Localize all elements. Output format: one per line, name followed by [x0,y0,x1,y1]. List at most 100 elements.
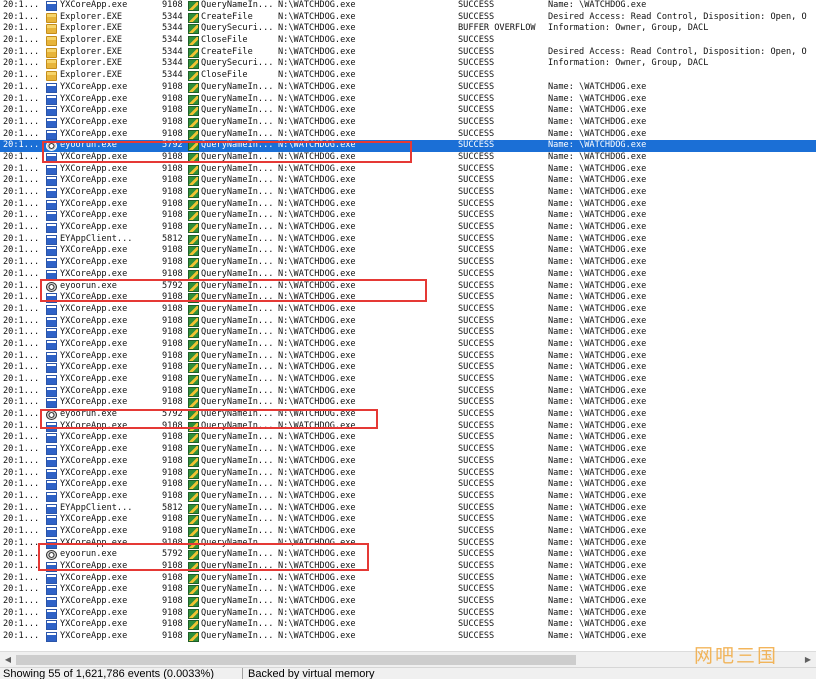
table-row[interactable]: 20:1... YXCoreApp.exe 9108 QueryNameIn... N:… [0,619,816,631]
process-folder-icon [46,59,57,70]
table-row[interactable]: 20:1... YXCoreApp.exe 9108 QueryNameIn... N:… [0,0,816,12]
table-row[interactable]: 20:1... YXCoreApp.exe 9108 QueryNameIn... N:… [0,421,816,433]
table-row[interactable]: 20:1... Explorer.EXE 5344 CloseFile N:\WATCH… [0,35,816,47]
operation-cell: QueryNameIn... [201,385,274,396]
table-row[interactable]: 20:1... YXCoreApp.exe 9108 QueryNameIn... N:… [0,573,816,585]
table-row[interactable]: 20:1... YXCoreApp.exe 9108 QueryNameIn... N:… [0,82,816,94]
table-row[interactable]: 20:1... YXCoreApp.exe 9108 QueryNameIn... N:… [0,397,816,409]
pid-cell: 9108 [162,374,183,384]
table-row[interactable]: 20:1... YXCoreApp.exe 9108 QueryNameIn... N:… [0,432,816,444]
process-app-icon [46,398,57,409]
process-name-cell: Explorer.EXE [60,58,123,69]
table-row[interactable]: 20:1... YXCoreApp.exe 9108 QueryNameIn... N:… [0,596,816,608]
table-row[interactable]: 20:1... Explorer.EXE 5344 CreateFile N:\WATC… [0,12,816,24]
operation-cell: QueryNameIn... [201,420,274,431]
table-row[interactable]: 20:1... eyoorun.exe 5792 QueryNameIn... N:\W… [0,140,816,152]
table-row[interactable]: 20:1... YXCoreApp.exe 9108 QueryNameIn... N:… [0,175,816,187]
pid-cell: 9108 [162,93,183,104]
time-cell: 20:1... [3,81,40,92]
time-cell: 20:1... [3,584,40,595]
scroll-thumb[interactable] [16,655,576,665]
path-cell: N:\WATCHDOG.exe [278,46,356,57]
process-app-icon [46,129,57,140]
operation-cell: QueryNameIn... [201,187,274,197]
table-row[interactable]: 20:1... Explorer.EXE 5344 CreateFile N:\WATC… [0,47,816,59]
table-row[interactable]: 20:1... Explorer.EXE 5344 QuerySecuri... N:\… [0,58,816,70]
table-row[interactable]: 20:1... YXCoreApp.exe 9108 QueryNameIn... N:… [0,316,816,328]
scroll-left-arrow-icon[interactable]: ◀ [1,653,15,666]
table-row[interactable]: 20:1... YXCoreApp.exe 9108 QueryNameIn... N:… [0,584,816,596]
path-cell: N:\WATCHDOG.exe [278,93,356,104]
path-cell: N:\WATCHDOG.exe [278,467,356,478]
operation-cell: QueryNameIn... [201,490,274,501]
process-name-cell: YXCoreApp.exe [60,584,128,595]
table-row[interactable]: 20:1... YXCoreApp.exe 9108 QueryNameIn... N:… [0,374,816,386]
registry-operation-icon [188,515,199,526]
table-row[interactable]: 20:1... YXCoreApp.exe 9108 QueryNameIn... N:… [0,269,816,281]
table-row[interactable]: 20:1... YXCoreApp.exe 9108 QueryNameIn... N:… [0,152,816,164]
table-row[interactable]: 20:1... YXCoreApp.exe 9108 QueryNameIn... N:… [0,222,816,234]
table-row[interactable]: 20:1... YXCoreApp.exe 9108 QueryNameIn... N:… [0,491,816,503]
result-cell: SUCCESS [458,128,495,139]
table-row[interactable]: 20:1... YXCoreApp.exe 9108 QueryNameIn... N:… [0,105,816,117]
registry-operation-icon [188,36,199,47]
path-cell: N:\WATCHDOG.exe [278,140,356,151]
table-row[interactable]: 20:1... YXCoreApp.exe 9108 QueryNameIn... N:… [0,479,816,491]
process-name-cell: YXCoreApp.exe [60,327,128,338]
table-row[interactable]: 20:1... eyoorun.exe 5792 QueryNameIn... N:\W… [0,409,816,421]
table-row[interactable]: 20:1... YXCoreApp.exe 9108 QueryNameIn... N:… [0,526,816,538]
process-name-cell: Explorer.EXE [60,70,123,81]
table-row[interactable]: 20:1... YXCoreApp.exe 9108 QueryNameIn... N:… [0,339,816,351]
process-name-cell: YXCoreApp.exe [60,128,128,139]
table-row[interactable]: 20:1... Explorer.EXE 5344 CloseFile N:\WATCH… [0,70,816,82]
table-row[interactable]: 20:1... YXCoreApp.exe 9108 QueryNameIn... N:… [0,514,816,526]
time-cell: 20:1... [3,257,40,268]
table-row[interactable]: 20:1... YXCoreApp.exe 9108 QueryNameIn... N:… [0,456,816,468]
table-row[interactable]: 20:1... YXCoreApp.exe 9108 QueryNameIn... N:… [0,117,816,129]
table-row[interactable]: 20:1... YXCoreApp.exe 9108 QueryNameIn... N:… [0,210,816,222]
table-row[interactable]: 20:1... YXCoreApp.exe 9108 QueryNameIn... N:… [0,129,816,141]
table-row[interactable]: 20:1... EYAppClient... 5812 QueryNameIn... N… [0,234,816,246]
table-row[interactable]: 20:1... eyoorun.exe 5792 QueryNameIn... N:\W… [0,281,816,293]
table-row[interactable]: 20:1... YXCoreApp.exe 9108 QueryNameIn... N:… [0,245,816,257]
table-row[interactable]: 20:1... YXCoreApp.exe 9108 QueryNameIn... N:… [0,292,816,304]
process-app-icon [46,468,57,479]
table-row[interactable]: 20:1... YXCoreApp.exe 9108 QueryNameIn... N:… [0,468,816,480]
table-row[interactable]: 20:1... YXCoreApp.exe 9108 QueryNameIn... N:… [0,444,816,456]
table-row[interactable]: 20:1... Explorer.EXE 5344 QuerySecuri... N:\… [0,23,816,35]
table-row[interactable]: 20:1... YXCoreApp.exe 9108 QueryNameIn... N:… [0,351,816,363]
operation-cell: QueryNameIn... [201,362,274,373]
table-row[interactable]: 20:1... YXCoreApp.exe 9108 QueryNameIn... N:… [0,362,816,374]
detail-cell: Name: \WATCHDOG.exe [548,81,647,92]
pid-cell: 9108 [162,572,183,583]
operation-cell: QueryNameIn... [201,292,274,303]
path-cell: N:\WATCHDOG.exe [278,455,356,466]
operation-cell: QueryNameIn... [201,93,274,104]
time-cell: 20:1... [3,116,40,127]
table-row[interactable]: 20:1... EYAppClient... 5812 QueryNameIn... N… [0,503,816,515]
table-row[interactable]: 20:1... YXCoreApp.exe 9108 QueryNameIn... N:… [0,538,816,550]
table-row[interactable]: 20:1... YXCoreApp.exe 9108 QueryNameIn... N:… [0,561,816,573]
process-app-icon [46,386,57,397]
registry-operation-icon [188,503,199,514]
table-row[interactable]: 20:1... eyoorun.exe 5792 QueryNameIn... N:\W… [0,549,816,561]
detail-cell: Name: \WATCHDOG.exe [548,233,647,244]
registry-operation-icon [188,480,199,491]
process-app-icon [46,573,57,584]
registry-operation-icon [188,363,199,374]
scroll-right-arrow-icon[interactable]: ▶ [801,653,815,666]
event-log-list[interactable]: 20:1... YXCoreApp.exe 9108 QueryNameIn... N:… [0,0,816,651]
table-row[interactable]: 20:1... YXCoreApp.exe 9108 QueryNameIn... N:… [0,164,816,176]
table-row[interactable]: 20:1... YXCoreApp.exe 9108 QueryNameIn... N:… [0,608,816,620]
table-row[interactable]: 20:1... YXCoreApp.exe 9108 QueryNameIn... N:… [0,386,816,398]
process-app-icon [46,585,57,596]
process-name-cell: YXCoreApp.exe [60,163,128,174]
path-cell: N:\WATCHDOG.exe [278,444,356,455]
table-row[interactable]: 20:1... YXCoreApp.exe 9108 QueryNameIn... N:… [0,257,816,269]
table-row[interactable]: 20:1... YXCoreApp.exe 9108 QueryNameIn... N:… [0,327,816,339]
table-row[interactable]: 20:1... YXCoreApp.exe 9108 QueryNameIn... N:… [0,304,816,316]
path-cell: N:\WATCHDOG.exe [278,561,356,571]
table-row[interactable]: 20:1... YXCoreApp.exe 9108 QueryNameIn... N:… [0,187,816,199]
table-row[interactable]: 20:1... YXCoreApp.exe 9108 QueryNameIn... N:… [0,94,816,106]
table-row[interactable]: 20:1... YXCoreApp.exe 9108 QueryNameIn... N:… [0,199,816,211]
